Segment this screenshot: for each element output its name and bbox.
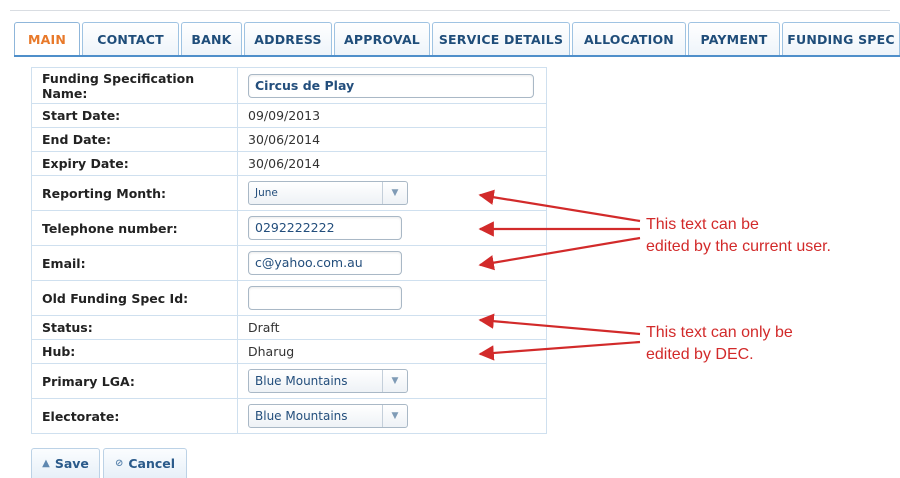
arrow-to-reporting-month bbox=[478, 189, 641, 223]
arrow-to-email bbox=[478, 236, 641, 271]
arrow-to-status bbox=[478, 313, 641, 336]
annotation-dec-line1: This text can only be bbox=[646, 324, 793, 341]
annotation-editable-line1: This text can be bbox=[646, 216, 759, 233]
arrow-to-hub bbox=[478, 340, 641, 361]
annotation-dec-line2: edited by DEC. bbox=[646, 346, 754, 363]
annotation-editable: This text can be edited by the current u… bbox=[646, 214, 831, 258]
annotation-editable-line2: edited by the current user. bbox=[646, 238, 831, 255]
annotation-dec: This text can only be edited by DEC. bbox=[646, 322, 793, 366]
